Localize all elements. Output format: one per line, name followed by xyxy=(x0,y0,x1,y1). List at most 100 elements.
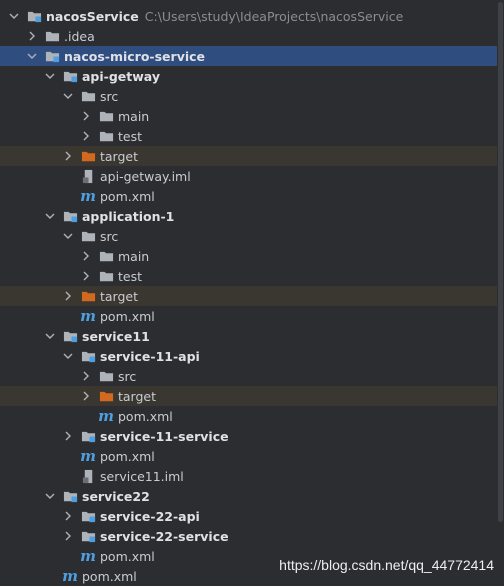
tree-node-label: application-1 xyxy=(82,208,175,224)
tree-node-service-11-api[interactable]: service-11-api xyxy=(0,346,497,366)
vertical-scrollbar[interactable] xyxy=(497,0,504,585)
tree-node-target[interactable]: target xyxy=(0,146,497,166)
tree-node-label: service-11-api xyxy=(100,348,200,364)
module-folder-icon xyxy=(80,428,96,444)
maven-icon: m xyxy=(80,187,96,205)
chevron-right-icon[interactable] xyxy=(26,30,38,42)
project-path: C:\Users\study\IdeaProjects\nacosService xyxy=(144,8,404,24)
module-folder-icon xyxy=(26,8,42,24)
tree-node-label: service-11-service xyxy=(100,428,229,444)
tree-node-label: service22 xyxy=(82,488,150,504)
tree-node-label: api-getway.iml xyxy=(100,168,191,184)
tree-node-service-22-api[interactable]: service-22-api xyxy=(0,506,497,526)
tree-node-application-1[interactable]: application-1 xyxy=(0,206,497,226)
tree-node-label: pom.xml xyxy=(100,548,155,564)
tree-node-test[interactable]: test xyxy=(0,266,497,286)
chevron-right-icon[interactable] xyxy=(80,390,92,402)
tree-node-label: service-22-service xyxy=(100,528,229,544)
tree-node-test[interactable]: test xyxy=(0,126,497,146)
chevron-down-icon[interactable] xyxy=(44,330,56,342)
tree-node-label: nacos-micro-service xyxy=(64,48,206,64)
tree-node-label: pom.xml xyxy=(82,568,137,584)
module-folder-icon xyxy=(62,488,78,504)
tree-node-pom[interactable]: m pom.xml xyxy=(0,306,497,326)
folder-icon xyxy=(98,248,114,264)
tree-node-src[interactable]: src xyxy=(0,86,497,106)
chevron-right-icon[interactable] xyxy=(80,110,92,122)
chevron-right-icon[interactable] xyxy=(80,130,92,142)
chevron-down-icon[interactable] xyxy=(62,230,74,242)
excluded-folder-icon xyxy=(80,148,96,164)
tree-node-iml-file[interactable]: api-getway.iml xyxy=(0,166,497,186)
iml-file-icon xyxy=(80,468,96,484)
chevron-down-icon[interactable] xyxy=(44,70,56,82)
tree-node-main[interactable]: main xyxy=(0,106,497,126)
tree-node-service-22-service[interactable]: service-22-service xyxy=(0,526,497,546)
tree-node-label: src xyxy=(118,368,137,384)
chevron-right-icon[interactable] xyxy=(62,150,74,162)
tree-node-main[interactable]: main xyxy=(0,246,497,266)
chevron-right-icon[interactable] xyxy=(62,430,74,442)
chevron-down-icon[interactable] xyxy=(62,350,74,362)
chevron-down-icon[interactable] xyxy=(44,210,56,222)
folder-icon xyxy=(98,368,114,384)
chevron-down-icon[interactable] xyxy=(8,10,20,22)
module-folder-icon xyxy=(80,348,96,364)
project-tree: nacosService C:\Users\study\IdeaProjects… xyxy=(0,6,497,586)
chevron-right-icon[interactable] xyxy=(62,530,74,542)
tree-node-service-11-service[interactable]: service-11-service xyxy=(0,426,497,446)
scrollbar-thumb[interactable] xyxy=(498,2,503,522)
tree-node-iml-file[interactable]: service11.iml xyxy=(0,466,497,486)
tree-node-label: nacosService xyxy=(46,8,139,24)
tree-node-src[interactable]: src xyxy=(0,226,497,246)
excluded-folder-icon xyxy=(80,288,96,304)
chevron-down-icon[interactable] xyxy=(44,490,56,502)
tree-node-api-getway[interactable]: api-getway xyxy=(0,66,497,86)
tree-node-label: service11 xyxy=(82,328,150,344)
chevron-right-icon[interactable] xyxy=(80,250,92,262)
chevron-down-icon[interactable] xyxy=(26,50,38,62)
iml-file-icon xyxy=(80,168,96,184)
folder-icon xyxy=(44,28,60,44)
tree-node-label: pom.xml xyxy=(100,188,155,204)
tree-node-nacos-micro-service[interactable]: nacos-micro-service xyxy=(0,46,497,66)
tree-node-label: pom.xml xyxy=(118,408,173,424)
tree-node-label: api-getway xyxy=(82,68,161,84)
module-folder-icon xyxy=(80,528,96,544)
tree-node-label: target xyxy=(100,148,139,164)
tree-node-label: test xyxy=(118,128,143,144)
tree-node-target[interactable]: target xyxy=(0,286,497,306)
tree-node-service11[interactable]: service11 xyxy=(0,326,497,346)
tree-node-src[interactable]: src xyxy=(0,366,497,386)
tree-node-target[interactable]: target xyxy=(0,386,497,406)
watermark: https://blog.csdn.net/qq_44772414 xyxy=(279,557,494,573)
tree-node-label: service11.iml xyxy=(100,468,184,484)
folder-icon xyxy=(98,108,114,124)
folder-icon xyxy=(80,228,96,244)
tree-node-pom[interactable]: m pom.xml xyxy=(0,186,497,206)
tree-node-pom[interactable]: m pom.xml xyxy=(0,406,497,426)
chevron-right-icon[interactable] xyxy=(80,270,92,282)
tree-node-label: service-22-api xyxy=(100,508,200,524)
chevron-down-icon[interactable] xyxy=(62,90,74,102)
chevron-right-icon[interactable] xyxy=(62,290,74,302)
tree-node-pom[interactable]: m pom.xml xyxy=(0,446,497,466)
tree-node-label: target xyxy=(100,288,139,304)
tree-node-label: pom.xml xyxy=(100,448,155,464)
maven-icon: m xyxy=(80,447,96,465)
tree-node-label: target xyxy=(118,388,157,404)
tree-node-service22[interactable]: service22 xyxy=(0,486,497,506)
module-folder-icon xyxy=(62,208,78,224)
folder-icon xyxy=(80,88,96,104)
tree-node-nacosService[interactable]: nacosService C:\Users\study\IdeaProjects… xyxy=(0,6,497,26)
tree-node-label: main xyxy=(118,248,150,264)
chevron-right-icon[interactable] xyxy=(80,370,92,382)
maven-icon: m xyxy=(62,567,78,585)
tree-node-label: main xyxy=(118,108,150,124)
tree-node-label: .idea xyxy=(64,28,95,44)
module-folder-icon xyxy=(80,508,96,524)
tree-node-label: src xyxy=(100,228,119,244)
tree-node-idea[interactable]: .idea xyxy=(0,26,497,46)
tree-node-label: src xyxy=(100,88,119,104)
chevron-right-icon[interactable] xyxy=(62,510,74,522)
